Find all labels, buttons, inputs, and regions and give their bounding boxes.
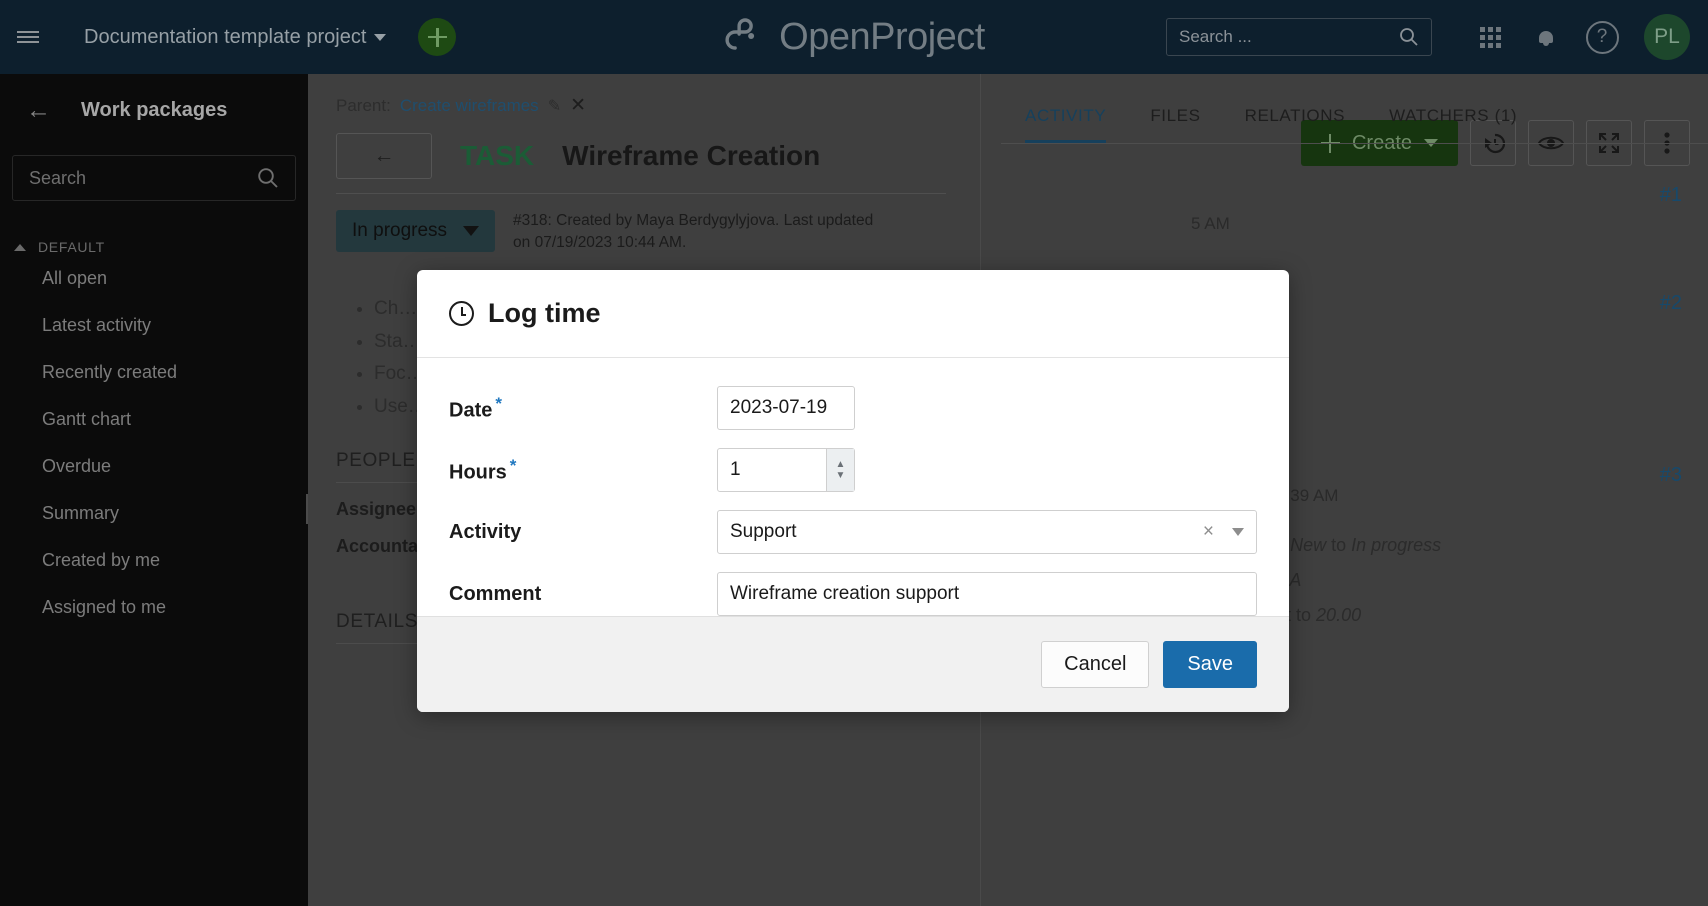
- openproject-logo[interactable]: OpenProject: [723, 16, 985, 59]
- date-label: Date*: [449, 394, 717, 423]
- activity-select[interactable]: Support ×: [717, 510, 1257, 554]
- sidebar-group-default[interactable]: DEFAULT: [0, 239, 308, 255]
- form-row-date: Date* 2023-07-19: [449, 386, 1257, 430]
- required-marker: *: [495, 394, 502, 413]
- global-header: Documentation template project OpenProje…: [0, 0, 1708, 74]
- grid-icon: [1480, 27, 1501, 48]
- quantity-stepper[interactable]: ▲ ▼: [826, 449, 854, 491]
- chevron-down-icon[interactable]: [1232, 528, 1244, 536]
- stepper-down-icon[interactable]: ▼: [836, 471, 846, 480]
- hours-value: 1: [730, 459, 741, 481]
- tab-activity[interactable]: ACTIVITY: [1025, 106, 1106, 143]
- hours-label-text: Hours: [449, 461, 507, 483]
- sidebar-item-all-open[interactable]: All open: [0, 255, 308, 302]
- clock-icon: [449, 301, 474, 326]
- work-package-title-row: ← TASK Wireframe Creation: [308, 117, 980, 179]
- chevron-down-icon: [374, 34, 386, 41]
- change-to: In progress: [1351, 535, 1441, 555]
- project-name-label: Documentation template project: [84, 26, 366, 49]
- help-icon: ?: [1586, 21, 1619, 54]
- chevron-down-icon: [463, 226, 479, 236]
- work-package-type: TASK: [460, 140, 534, 172]
- change-mid: to: [1326, 535, 1351, 555]
- select-actions: ×: [1203, 521, 1244, 543]
- breadcrumb: Parent: Create wireframes ✎ ✕: [308, 74, 980, 117]
- hours-label: Hours*: [449, 456, 717, 485]
- sidebar-item-created-by-me[interactable]: Created by me: [0, 537, 308, 584]
- sidebar-search-input[interactable]: Search: [12, 155, 296, 201]
- activity-value: Support: [730, 521, 797, 543]
- openproject-mark-icon: [723, 18, 767, 56]
- bell-icon: [1538, 29, 1554, 46]
- activity-label: Activity: [449, 521, 717, 544]
- hamburger-icon[interactable]: [0, 0, 56, 74]
- hours-input[interactable]: 1 ▲ ▼: [717, 448, 855, 492]
- date-label-text: Date: [449, 399, 492, 421]
- form-row-activity: Activity Support ×: [449, 510, 1257, 554]
- sidebar-search-placeholder: Search: [29, 168, 257, 189]
- add-button[interactable]: [418, 18, 456, 56]
- tab-relations[interactable]: RELATIONS: [1245, 106, 1346, 143]
- page-title[interactable]: Wireframe Creation: [562, 140, 820, 172]
- dialog-body: Date* 2023-07-19 Hours* 1 ▲ ▼: [417, 358, 1289, 616]
- search-placeholder: Search ...: [1179, 27, 1399, 47]
- modules-button[interactable]: [1462, 0, 1518, 74]
- sidebar-item-gantt-chart[interactable]: Gantt chart: [0, 396, 308, 443]
- status-row: In progress #318: Created by Maya Berdyg…: [308, 194, 980, 255]
- dialog-header: Log time: [417, 270, 1289, 358]
- app-root: Documentation template project OpenProje…: [0, 0, 1708, 906]
- parent-label: Parent:: [336, 96, 391, 116]
- sidebar: ← Work packages Search DEFAULT All open …: [0, 74, 308, 906]
- back-button[interactable]: ←: [336, 133, 432, 179]
- clear-icon[interactable]: ×: [1203, 521, 1214, 543]
- sidebar-item-summary[interactable]: Summary: [0, 490, 308, 537]
- help-button[interactable]: ?: [1574, 0, 1630, 74]
- logo-text: OpenProject: [779, 16, 985, 59]
- activity-number[interactable]: #3: [1660, 464, 1682, 487]
- sidebar-header: ← Work packages: [0, 74, 308, 123]
- parent-link[interactable]: Create wireframes: [400, 96, 539, 116]
- dialog-title: Log time: [488, 298, 601, 329]
- sidebar-item-latest-activity[interactable]: Latest activity: [0, 302, 308, 349]
- change-to: 20.00: [1316, 605, 1361, 625]
- form-row-comment: Comment Wireframe creation support: [449, 572, 1257, 616]
- sidebar-title: Work packages: [81, 99, 227, 122]
- tab-watchers[interactable]: WATCHERS (1): [1389, 106, 1517, 143]
- tab-files[interactable]: FILES: [1150, 106, 1200, 143]
- date-value: 2023-07-19: [730, 397, 827, 419]
- sidebar-group-label: DEFAULT: [38, 239, 105, 255]
- user-avatar[interactable]: PL: [1644, 14, 1690, 60]
- change-from: New: [1290, 535, 1326, 555]
- form-row-hours: Hours* 1 ▲ ▼: [449, 448, 1257, 492]
- close-icon[interactable]: ✕: [570, 94, 586, 117]
- sidebar-item-assigned-to-me[interactable]: Assigned to me: [0, 584, 308, 631]
- search-icon: [257, 167, 279, 189]
- search-icon: [1399, 27, 1419, 47]
- pencil-icon[interactable]: ✎: [548, 96, 561, 116]
- header-actions: Search ... ? PL: [1166, 0, 1690, 74]
- comment-value: Wireframe creation support: [730, 583, 959, 605]
- chevron-up-icon: [14, 244, 26, 251]
- global-search-input[interactable]: Search ...: [1166, 18, 1432, 56]
- project-selector[interactable]: Documentation template project: [84, 26, 386, 49]
- cancel-button[interactable]: Cancel: [1041, 641, 1149, 688]
- tab-list: ACTIVITY FILES RELATIONS WATCHERS (1): [981, 74, 1708, 143]
- work-package-meta: #318: Created by Maya Berdygylyjova. Las…: [513, 210, 893, 255]
- dialog-footer: Cancel Save: [417, 616, 1289, 712]
- stepper-up-icon[interactable]: ▲: [836, 460, 846, 469]
- status-label: In progress: [352, 220, 447, 242]
- status-badge[interactable]: In progress: [336, 210, 495, 252]
- required-marker: *: [510, 456, 517, 475]
- date-input[interactable]: 2023-07-19: [717, 386, 855, 430]
- save-button[interactable]: Save: [1163, 641, 1257, 688]
- sidebar-item-overdue[interactable]: Overdue: [0, 443, 308, 490]
- comment-label: Comment: [449, 583, 717, 606]
- sidebar-item-recently-created[interactable]: Recently created: [0, 349, 308, 396]
- back-arrow-icon[interactable]: ←: [26, 98, 51, 123]
- comment-input[interactable]: Wireframe creation support: [717, 572, 1257, 616]
- log-time-dialog: Log time Date* 2023-07-19 Hours* 1 ▲: [417, 270, 1289, 712]
- notifications-button[interactable]: [1518, 0, 1574, 74]
